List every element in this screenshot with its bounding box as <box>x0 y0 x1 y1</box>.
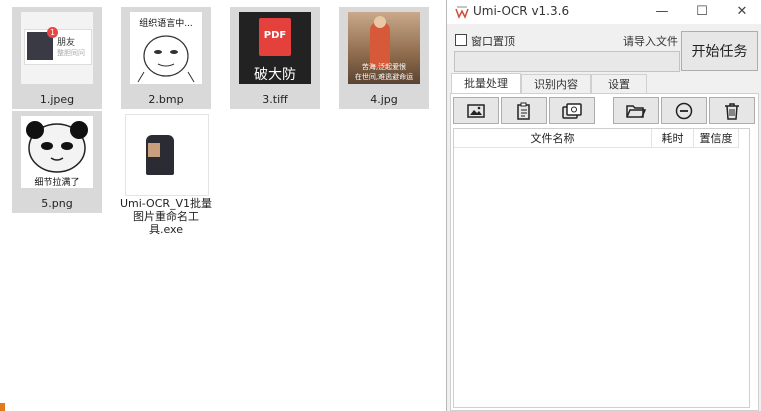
tab-batch[interactable]: 批量处理 <box>451 73 521 94</box>
maximize-button[interactable]: ☐ <box>682 0 722 24</box>
app-logo-icon <box>455 6 469 19</box>
batch-panel: 文件名称 耗时 置信度 <box>450 93 759 411</box>
clipboard-icon <box>517 102 530 120</box>
remove-item-button[interactable] <box>661 97 707 124</box>
close-button[interactable]: ✕ <box>722 0 761 24</box>
topmost-checkbox[interactable]: 窗口置顶 <box>455 33 515 49</box>
file-thumbnail: 苦海,泛起爱恨 在世间,难逃避命运 <box>348 12 420 84</box>
file-name: 1.jpeg <box>39 93 75 106</box>
minus-circle-icon <box>675 102 693 119</box>
file-thumbnail: 组织语言中... <box>130 12 202 84</box>
trash-icon <box>725 102 739 120</box>
taskbar-edge <box>0 403 5 411</box>
app-icon <box>125 114 209 196</box>
screenshot-button[interactable] <box>549 97 595 124</box>
import-files-label: 请导入文件 <box>623 35 678 48</box>
file-item-2[interactable]: 组织语言中... 2.bmp <box>121 7 211 109</box>
tab-results[interactable]: 识别内容 <box>521 74 591 93</box>
column-header-time[interactable]: 耗时 <box>652 129 694 148</box>
clear-list-button[interactable] <box>709 97 755 124</box>
file-thumbnail: 1 朋友 整胆同问 <box>21 12 93 84</box>
file-thumbnail: PDF 破大防 <box>239 12 311 84</box>
file-thumbnail: 细节拉满了 <box>21 116 93 188</box>
minimize-button[interactable]: — <box>642 0 682 24</box>
add-image-button[interactable] <box>453 97 499 124</box>
file-explorer: 1 朋友 整胆同问 1.jpeg 组织语言中... 2.bmp PDF 破大防 … <box>0 0 446 411</box>
file-table[interactable]: 文件名称 耗时 置信度 <box>453 128 750 408</box>
tab-settings[interactable]: 设置 <box>591 74 647 93</box>
file-name: Umi-OCR_V1批量图片重命名工具.exe <box>119 197 213 236</box>
screenshot-icon <box>562 102 582 119</box>
file-item-4[interactable]: 苦海,泛起爱恨 在世间,难逃避命运 4.jpg <box>339 7 429 109</box>
column-header-confidence[interactable]: 置信度 <box>694 129 739 148</box>
paste-button[interactable] <box>501 97 547 124</box>
file-item-3[interactable]: PDF 破大防 3.tiff <box>230 7 320 109</box>
checkbox-box[interactable] <box>455 34 467 46</box>
file-name: 5.png <box>41 197 73 210</box>
umi-ocr-window: Umi-OCR v1.3.6 — ☐ ✕ 窗口置顶 请导入文件 开始任务 批量处… <box>446 0 761 411</box>
file-item-5[interactable]: 细节拉满了 5.png <box>12 111 102 213</box>
start-task-button[interactable]: 开始任务 <box>681 31 758 71</box>
open-folder-button[interactable] <box>613 97 659 124</box>
topmost-label: 窗口置顶 <box>471 35 515 48</box>
file-item-1[interactable]: 1 朋友 整胆同问 1.jpeg <box>12 7 102 109</box>
file-item-exe[interactable]: Umi-OCR_V1批量图片重命名工具.exe <box>119 111 213 241</box>
image-icon <box>467 103 485 118</box>
window-title: Umi-OCR v1.3.6 <box>473 4 570 18</box>
file-name: 3.tiff <box>262 93 288 106</box>
column-header-filename[interactable]: 文件名称 <box>454 129 652 148</box>
path-input[interactable] <box>454 51 680 72</box>
file-name: 4.jpg <box>370 93 398 106</box>
folder-open-icon <box>626 104 646 118</box>
file-name: 2.bmp <box>148 93 184 106</box>
title-bar: Umi-OCR v1.3.6 — ☐ ✕ <box>447 0 761 24</box>
